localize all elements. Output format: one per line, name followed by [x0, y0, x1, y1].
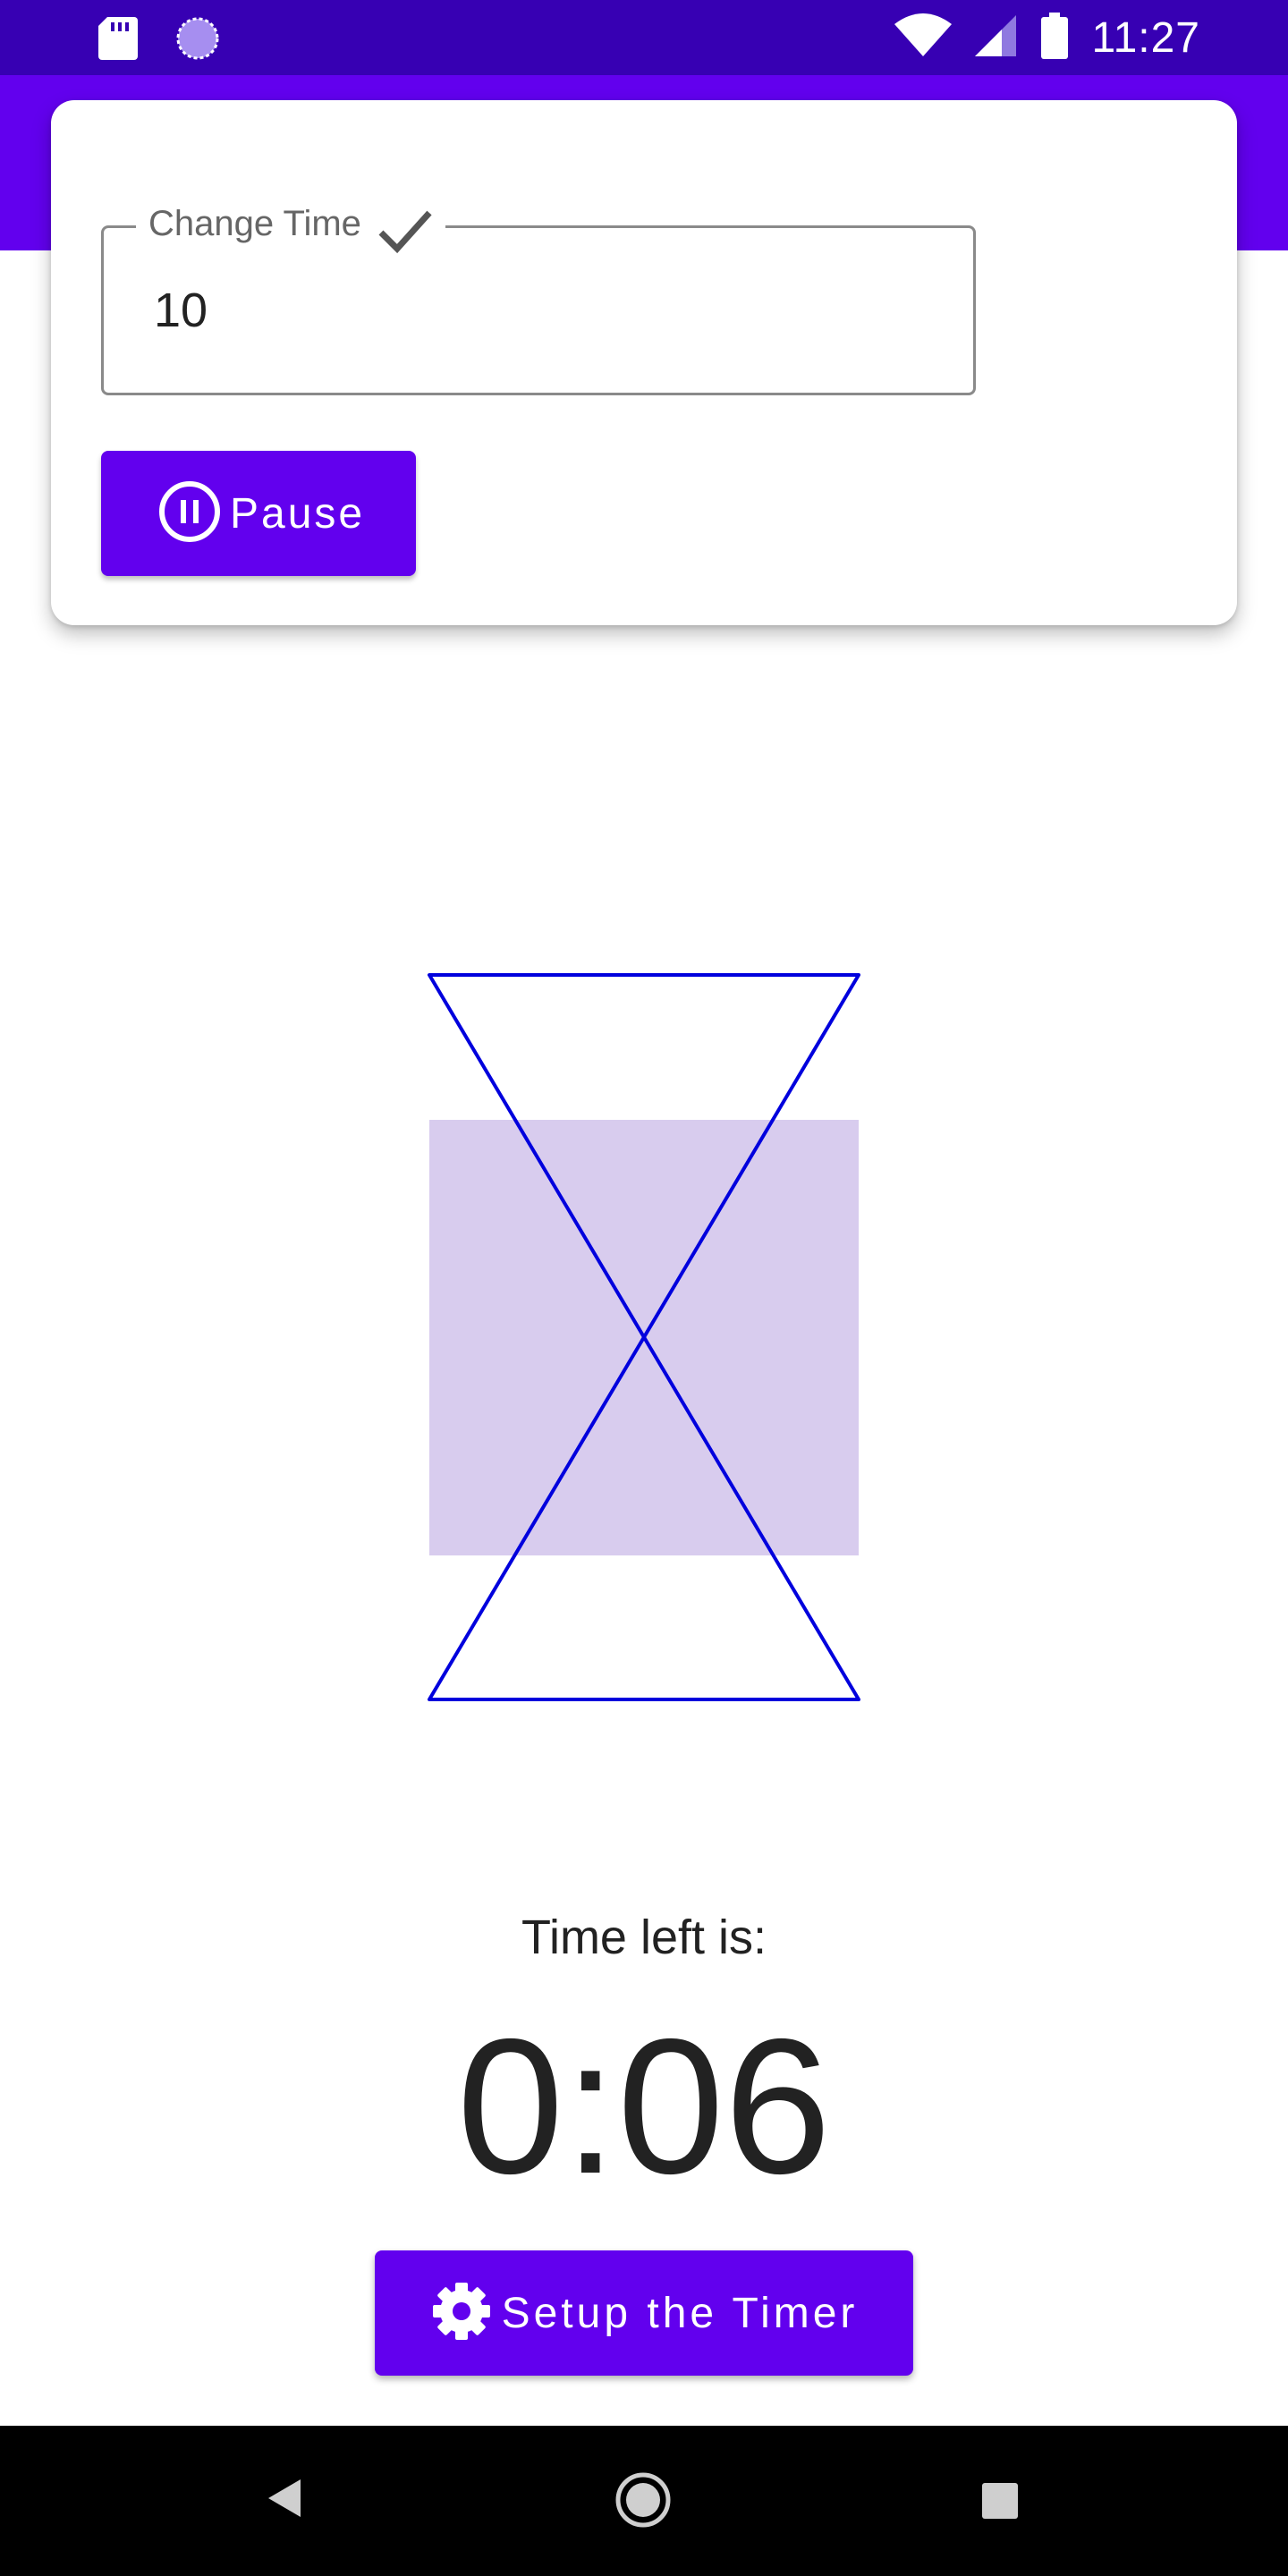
timer-screen: 11:27 Change Time 10 Pause Time left is:… — [0, 0, 1288, 2576]
recents-icon[interactable] — [980, 2481, 1020, 2525]
change-time-label-wrap: Change Time — [136, 192, 445, 255]
battery-icon — [1041, 13, 1069, 64]
check-icon[interactable] — [374, 206, 436, 259]
navigation-bar — [0, 2426, 1288, 2576]
status-clock: 11:27 — [1091, 14, 1200, 62]
setup-timer-label: Setup the Timer — [501, 2289, 859, 2337]
home-icon[interactable] — [614, 2470, 673, 2534]
gear-icon — [430, 2280, 493, 2347]
change-time-label: Change Time — [148, 203, 361, 243]
wifi-icon — [894, 13, 953, 63]
change-time-field[interactable]: Change Time — [101, 192, 976, 395]
sd-card-icon — [98, 17, 138, 64]
setup-timer-button[interactable]: Setup the Timer — [375, 2250, 913, 2376]
loading-circle-icon — [175, 16, 220, 65]
pause-icon — [157, 479, 223, 549]
status-right-icons: 11:27 — [894, 13, 1200, 64]
time-left-value: 0:06 — [456, 1998, 832, 2214]
time-left-caption: Time left is: — [521, 1911, 767, 1964]
status-bar: 11:27 — [0, 0, 1288, 75]
change-time-card: Change Time Pause — [51, 100, 1237, 625]
cell-signal-icon — [975, 13, 1018, 63]
back-icon[interactable] — [265, 2476, 304, 2525]
change-time-input[interactable] — [152, 282, 871, 339]
pause-label: Pause — [230, 489, 366, 538]
status-left-icons — [98, 16, 220, 65]
pause-button[interactable]: Pause — [101, 451, 416, 576]
hourglass — [420, 966, 868, 1708]
